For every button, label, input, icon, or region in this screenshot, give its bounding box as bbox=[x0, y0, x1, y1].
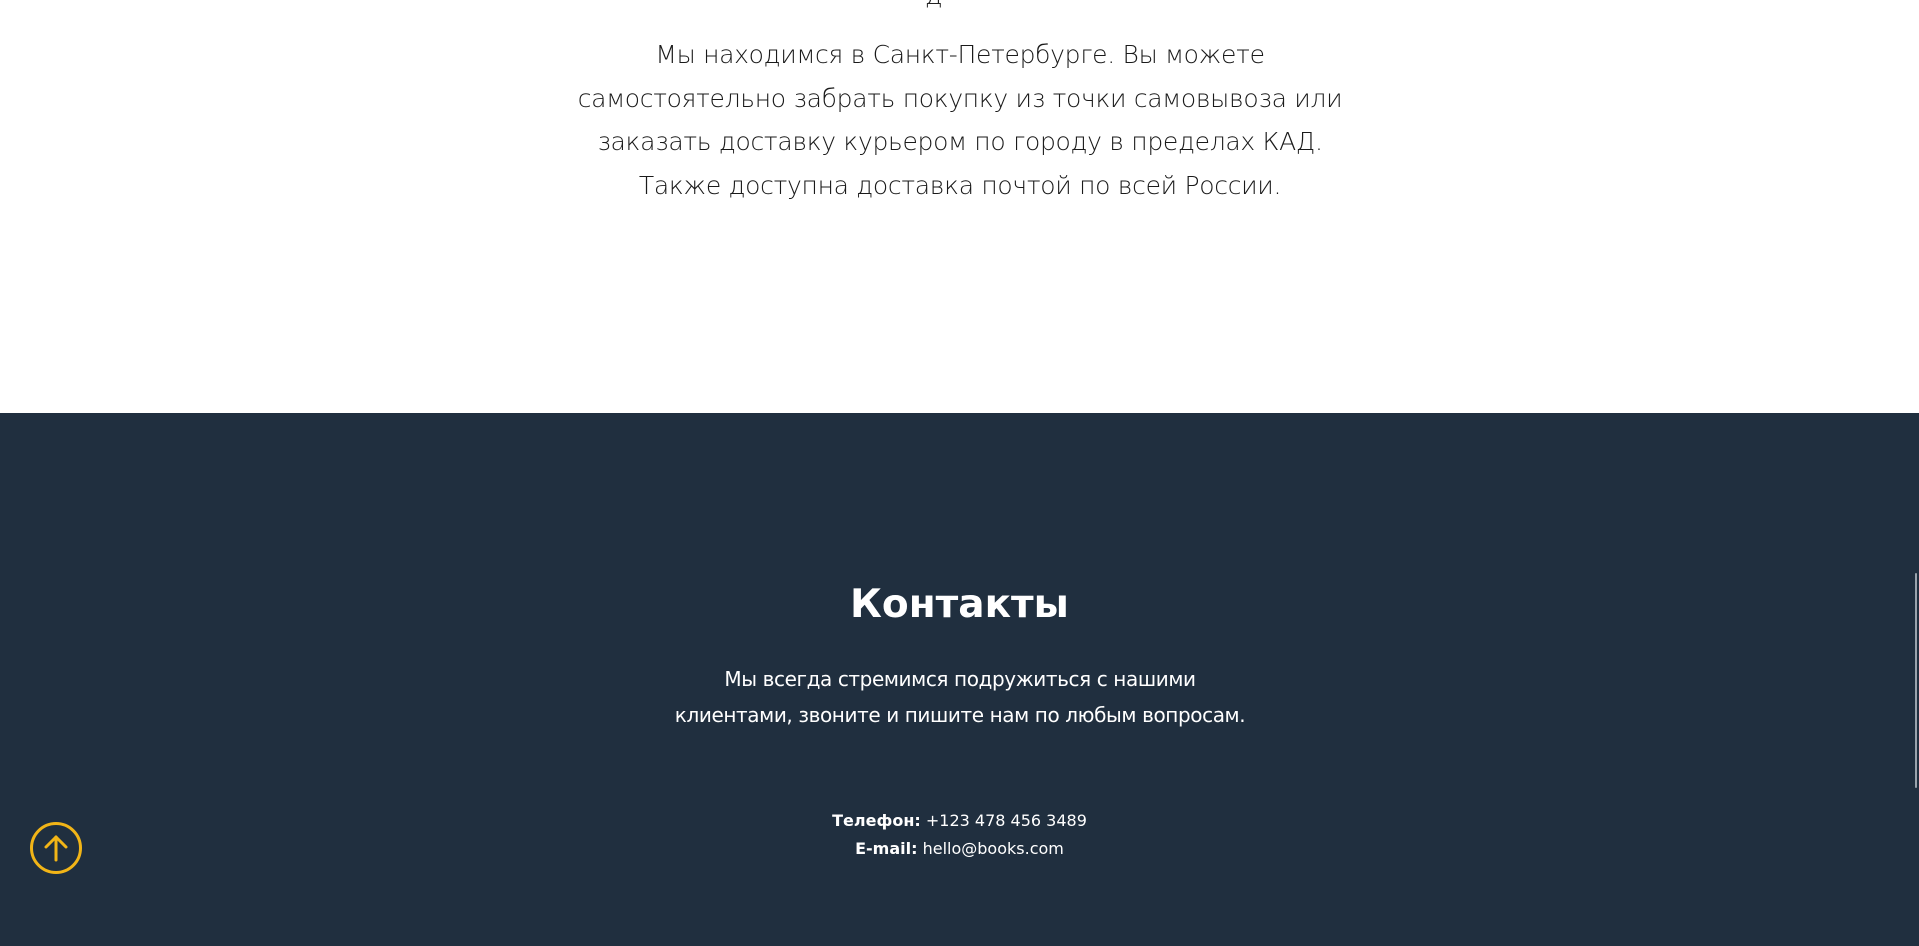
delivery-description: Мы находимся в Санкт-Петербурге. Вы може… bbox=[560, 33, 1360, 207]
scroll-to-top-button[interactable] bbox=[30, 822, 82, 874]
contacts-footer: Контакты Мы всегда стремимся подружиться… bbox=[0, 413, 1919, 946]
delivery-line: Мы находимся в Санкт-Петербурге. Вы може… bbox=[655, 40, 1265, 69]
delivery-line: самостоятельно забрать покупку из точки … bbox=[577, 83, 1343, 113]
arrow-up-circle-icon bbox=[44, 835, 68, 862]
phone-label: Телефон: bbox=[832, 811, 921, 830]
phone-row: Телефон: +123 478 456 3489 bbox=[0, 810, 1919, 832]
page-scrollbar[interactable] bbox=[1913, 0, 1919, 946]
contacts-description-line: Мы всегда стремимся подружиться с нашими bbox=[724, 667, 1196, 691]
contacts-description: Мы всегда стремимся подружиться с нашими… bbox=[560, 661, 1360, 733]
delivery-section: д Мы находимся в Санкт-Петербурге. Вы мо… bbox=[0, 0, 1919, 413]
email-link[interactable]: hello@books.com bbox=[923, 839, 1064, 858]
delivery-line: Также доступна доставка почтой по всей Р… bbox=[638, 170, 1282, 200]
partial-heading-glyph: д bbox=[925, 0, 943, 9]
delivery-line: заказать доставку курьером по городу в п… bbox=[597, 127, 1323, 156]
phone-link[interactable]: +123 478 456 3489 bbox=[926, 811, 1087, 830]
scrollbar-thumb[interactable] bbox=[1915, 573, 1917, 788]
contacts-description-line: клиентами, звоните и пишите нам по любым… bbox=[674, 703, 1246, 727]
email-label: E-mail: bbox=[855, 839, 918, 858]
email-row: E-mail: hello@books.com bbox=[0, 838, 1919, 860]
contacts-title: Контакты bbox=[850, 582, 1069, 627]
